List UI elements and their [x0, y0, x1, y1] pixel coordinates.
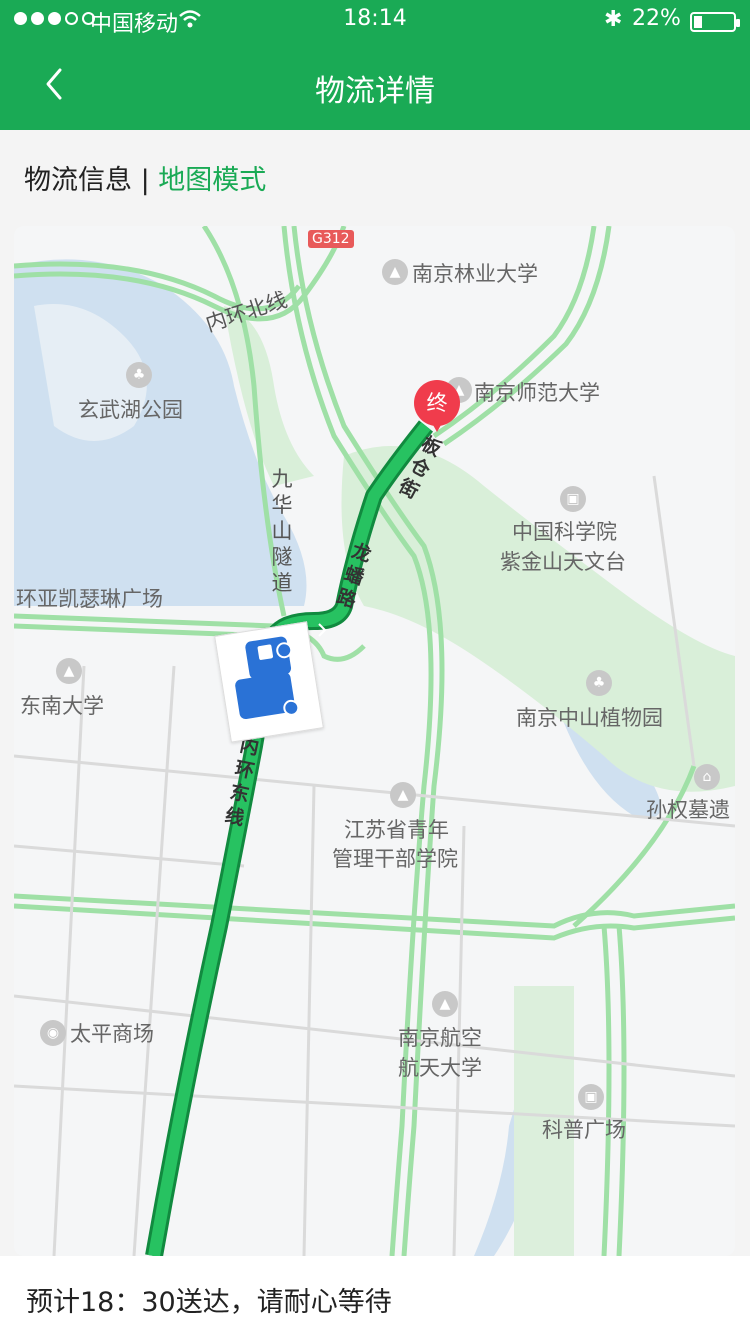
landmark-icon: ⌂ [694, 764, 720, 790]
page-title: 物流详情 [315, 74, 435, 109]
institute-icon: ▣ [560, 486, 586, 512]
highway-badge: G312 [308, 230, 354, 248]
poi-label-xuanwu[interactable]: 玄武湖公园 [78, 394, 183, 424]
shopping-icon: ◉ [40, 1020, 66, 1046]
header-bar: 中国移动 18:14 ✱ 22% 物流详情 [0, 0, 750, 130]
university-icon: ▲ [56, 658, 82, 684]
tab-map-mode[interactable]: 地图模式 [158, 165, 266, 196]
poi-label-nuaa-1[interactable]: 南京航空 [398, 1022, 482, 1052]
marker-tip [429, 418, 445, 432]
poi-label-kerry[interactable]: 环亚凯瑟琳广场 [16, 583, 163, 613]
poi-label-botanical[interactable]: 南京中山植物园 [516, 702, 663, 732]
poi-label-njfu[interactable]: 南京林业大学 [412, 258, 538, 288]
mode-separator: | [140, 165, 150, 196]
university-icon: ▲ [432, 991, 458, 1017]
map-canvas [14, 226, 735, 1256]
eta-bar: 预计18：30送达，请耐心等待 [0, 1256, 750, 1335]
tunnel-label-jiuhua: 九华山隧道 [271, 467, 293, 595]
university-icon: ▲ [390, 782, 416, 808]
poi-label-taiping[interactable]: 太平商场 [70, 1018, 154, 1048]
poi-label-njnu[interactable]: 南京师范大学 [474, 377, 600, 407]
park-icon: ♣ [126, 362, 152, 388]
poi-label-youth-2[interactable]: 管理干部学院 [332, 843, 458, 873]
destination-marker[interactable]: 终 [414, 380, 460, 440]
poi-label-seu[interactable]: 东南大学 [20, 690, 104, 720]
poi-label-youth-1[interactable]: 江苏省青年 [344, 814, 449, 844]
truck-icon [235, 636, 300, 720]
navigation-bar: 物流详情 [0, 40, 750, 130]
map-view[interactable]: G312 ▲ 南京林业大学 内环北线 ♣ 玄武湖公园 ▲ 南京师范大学 九华山隧… [14, 226, 735, 1256]
status-bar: 中国移动 18:14 ✱ 22% [0, 0, 750, 40]
mode-switch: 物流信息 | 地图模式 [24, 158, 266, 197]
eta-text: 预计18：30送达，请耐心等待 [26, 1287, 392, 1318]
institute-icon: ▣ [578, 1084, 604, 1110]
poi-label-kepu[interactable]: 科普广场 [542, 1114, 626, 1144]
bluetooth-icon: ✱ [604, 7, 623, 32]
battery-percent: 22% [632, 6, 681, 31]
poi-label-cas-1[interactable]: 中国科学院 [512, 516, 617, 546]
battery-icon [690, 12, 740, 32]
poi-label-sunquan[interactable]: 孙权墓遗 [646, 794, 730, 824]
university-icon: ▲ [382, 259, 408, 285]
poi-label-cas-2[interactable]: 紫金山天文台 [500, 546, 626, 576]
battery-fill [694, 16, 702, 28]
tab-logistics-info[interactable]: 物流信息 [24, 165, 132, 196]
truck-marker[interactable] [214, 621, 324, 743]
park-icon: ♣ [586, 670, 612, 696]
poi-label-nuaa-2[interactable]: 航天大学 [398, 1052, 482, 1082]
